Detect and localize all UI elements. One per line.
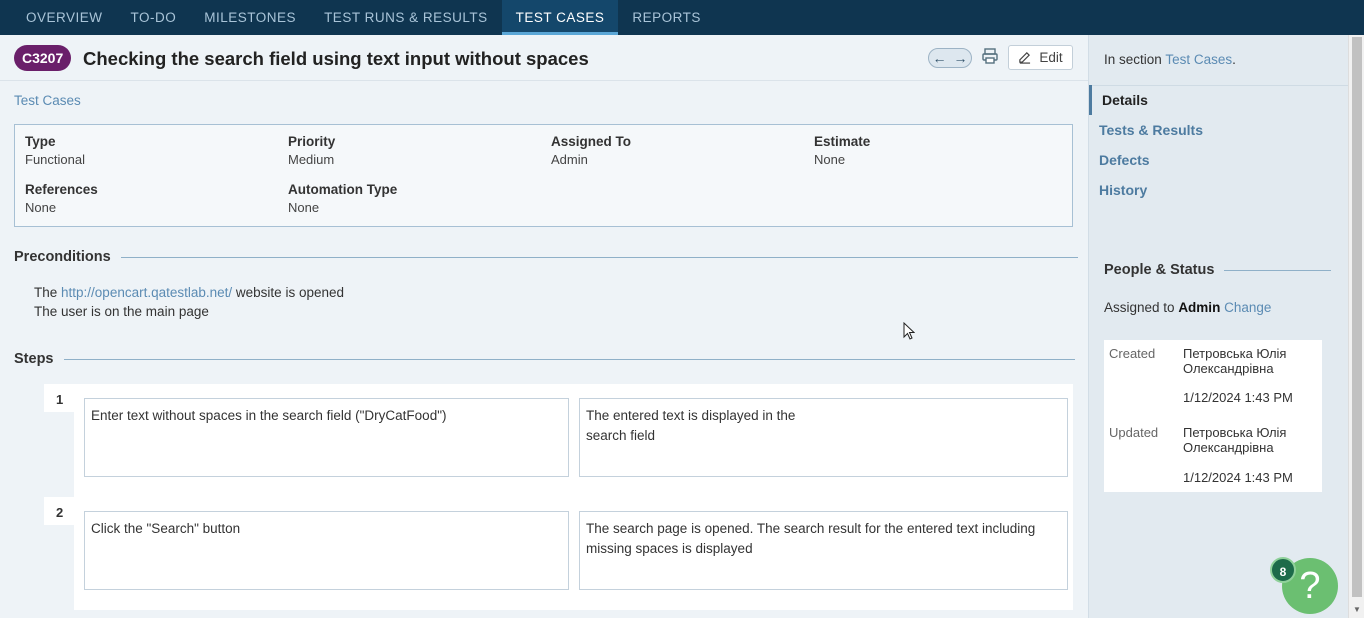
step-action: Enter text without spaces in the search … [84,398,569,477]
section-info: In section Test Cases. [1089,35,1349,86]
section-title: People & Status [1104,262,1215,278]
prop-label: Priority [288,134,336,149]
divider [1224,269,1332,271]
edit-button[interactable]: Edit [1008,45,1073,70]
prop-label: References [25,182,98,197]
sidebar-item-tests-results[interactable]: Tests & Results [1089,115,1349,145]
section-suffix: . [1232,52,1236,67]
prop-value: Medium [288,152,335,167]
assigned-to: Assigned to Admin Change [1104,300,1271,315]
prev-next-navigation: ← → [928,48,972,68]
section-title: Steps [14,351,54,367]
main-content: C3207 Checking the search field using te… [0,35,1088,618]
step-action: Click the "Search" button [84,511,569,590]
assigned-prefix: Assigned to [1104,300,1175,315]
assigned-name: Admin [1178,300,1221,315]
properties-panel: Type Functional Priority Medium Assigned… [14,124,1073,227]
mouse-cursor-icon [903,322,915,340]
prop-assigned-to: Assigned To Admin [551,134,631,167]
edit-button-label: Edit [1039,50,1063,65]
vertical-scrollbar[interactable]: ▼ [1348,35,1364,618]
steps-heading: Steps [14,351,1075,367]
prop-priority: Priority Medium [288,134,335,167]
prop-value: Functional [25,152,85,167]
precondition-suffix: website is opened [235,285,344,300]
preconditions-heading: Preconditions [14,249,1078,265]
prop-value: Admin [551,152,588,167]
created-label: Created [1109,346,1156,361]
prop-value: None [814,152,846,167]
created-by: Петровська Юлія Олександрівна [1183,346,1287,376]
tab-overview[interactable]: OVERVIEW [12,0,117,35]
change-assignee-link[interactable]: Change [1224,300,1271,315]
title-bar: C3207 Checking the search field using te… [0,35,1088,81]
step-expected-result: The search page is opened. The search re… [579,511,1068,590]
created-updated-card: Created Петровська Юлія Олександрівна 1/… [1104,340,1322,492]
pencil-icon [1019,52,1031,64]
section-prefix: In section [1104,52,1162,67]
updated-label: Updated [1109,425,1159,440]
tab-test-cases[interactable]: TEST CASES [501,0,619,35]
print-icon[interactable] [980,47,1000,69]
sidebar-item-history[interactable]: History [1089,175,1349,205]
updated-by: Петровська Юлія Олександрівна [1183,425,1287,455]
prop-value: None [25,200,57,215]
section-link[interactable]: Test Cases [1165,52,1232,67]
section-info-text: In section Test Cases. [1104,52,1236,67]
precondition-prefix: The [34,285,58,300]
prop-label: Type [25,134,56,149]
created-at: 1/12/2024 1:43 PM [1183,390,1293,405]
notification-badge: 8 [1270,557,1296,583]
step-number: 1 [44,384,74,412]
scroll-down-icon[interactable]: ▼ [1352,605,1362,615]
precondition-line: The http://opencart.qatestlab.net/ websi… [34,285,344,300]
scrollbar-thumb[interactable] [1352,37,1362,597]
sidebar-item-details[interactable]: Details [1089,85,1349,115]
prop-label: Assigned To [551,134,632,149]
top-navigation: OVERVIEW TO-DO MILESTONES TEST RUNS & RE… [0,0,1364,35]
arrow-right-icon[interactable]: → [954,50,968,66]
prop-label: Automation Type [288,182,398,197]
sidebar-item-defects[interactable]: Defects [1089,145,1349,175]
tab-test-runs-results[interactable]: TEST RUNS & RESULTS [310,0,502,35]
updated-at: 1/12/2024 1:43 PM [1183,470,1293,485]
tab-todo[interactable]: TO-DO [117,0,191,35]
prop-automation-type: Automation Type None [288,182,397,215]
prop-estimate: Estimate None [814,134,870,167]
divider [120,256,1078,258]
page-title: Checking the search field using text inp… [83,48,589,69]
right-sidebar: In section Test Cases. Details Tests & R… [1088,35,1349,618]
prop-value: None [288,200,320,215]
prop-label: Estimate [814,134,871,149]
prop-type: Type Functional [25,134,85,167]
divider [63,358,1075,360]
precondition-line: The user is on the main page [34,304,209,319]
prop-references: References None [25,182,98,215]
step-number: 2 [44,497,74,525]
section-title: Preconditions [14,249,111,265]
tab-reports[interactable]: REPORTS [618,0,715,35]
people-status-heading: People & Status [1104,262,1332,278]
breadcrumb[interactable]: Test Cases [14,93,81,108]
arrow-left-icon[interactable]: ← [933,50,947,66]
sidebar-nav: Details Tests & Results Defects History [1089,85,1349,205]
tab-milestones[interactable]: MILESTONES [190,0,310,35]
precondition-link[interactable]: http://opencart.qatestlab.net/ [61,285,232,300]
case-id-badge: C3207 [14,45,72,71]
step-expected-result: The entered text is displayed in the sea… [579,398,1068,477]
